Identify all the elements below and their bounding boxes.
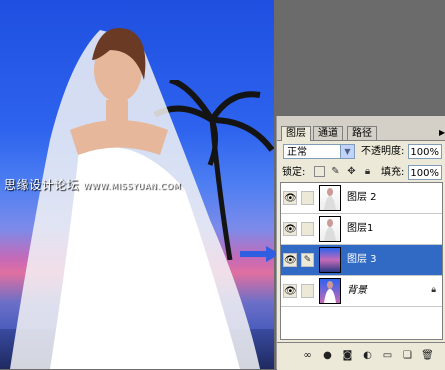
panel-menu-icon[interactable]: ▶ bbox=[439, 128, 445, 137]
new-layer-icon[interactable]: ❏ bbox=[401, 349, 414, 362]
watermark: 思缘设计论坛 WWW.MISSYUAN.COM bbox=[4, 176, 181, 193]
opacity-input[interactable]: 100% bbox=[408, 144, 442, 159]
fill-label: 填充: bbox=[381, 167, 405, 178]
lock-label: 锁定: bbox=[282, 167, 306, 178]
bride-figure bbox=[10, 28, 260, 369]
mask-icon[interactable]: ◙ bbox=[341, 349, 354, 362]
eye-icon[interactable]: 👁︎ bbox=[283, 253, 297, 267]
layer-thumbnail bbox=[319, 278, 341, 304]
layer-row-1[interactable]: 👁︎ 图层1 bbox=[281, 214, 442, 245]
eye-icon[interactable]: 👁︎ bbox=[283, 222, 297, 236]
eye-icon[interactable]: 👁︎ bbox=[283, 284, 297, 298]
layers-panel: 图层 通道 路径 ▶ 正常 ▼ 不透明度: 100% 锁定: ✎ ✥ 🔒︎ 填充… bbox=[276, 116, 445, 370]
layer-thumbnail bbox=[319, 216, 341, 242]
layer-thumbnail bbox=[319, 185, 341, 211]
move-icon[interactable]: ✥ bbox=[346, 166, 357, 177]
eye-icon[interactable]: 👁︎ bbox=[283, 191, 297, 205]
fill-input[interactable]: 100% bbox=[408, 165, 442, 180]
layer-thumbnail bbox=[319, 247, 341, 273]
lock-icon: 🔒︎ bbox=[431, 285, 436, 295]
layer-name: 背景 bbox=[347, 285, 367, 296]
brush-icon[interactable]: ✎ bbox=[330, 166, 341, 177]
layer-name: 图层 2 bbox=[347, 192, 377, 203]
layers-list: 👁︎ 图层 2 👁︎ 图层1 👁︎ ✎ 图层 3 👁︎ 背景 🔒︎ bbox=[280, 182, 443, 340]
opacity-label: 不透明度: bbox=[361, 146, 405, 157]
trash-icon[interactable]: 🗑︎ bbox=[421, 349, 434, 362]
lock-row: 锁定: ✎ ✥ 🔒︎ 填充: 100% bbox=[277, 162, 445, 182]
watermark-text: 思缘设计论坛 bbox=[4, 178, 84, 192]
layer-name: 图层1 bbox=[347, 223, 374, 234]
dropdown-arrow-icon[interactable]: ▼ bbox=[340, 145, 354, 158]
photo-canvas: 思缘设计论坛 WWW.MISSYUAN.COM bbox=[0, 0, 274, 369]
blend-mode-value: 正常 bbox=[287, 147, 307, 158]
tab-paths[interactable]: 路径 bbox=[347, 126, 377, 140]
layer-row-3[interactable]: 👁︎ ✎ 图层 3 bbox=[281, 245, 442, 276]
link-icon[interactable] bbox=[301, 284, 314, 298]
panel-tabs: 图层 通道 路径 ▶ bbox=[277, 116, 445, 141]
tab-channels[interactable]: 通道 bbox=[313, 126, 343, 140]
arrow-icon bbox=[240, 246, 280, 262]
tab-layers[interactable]: 图层 bbox=[281, 126, 311, 141]
layer-row-2[interactable]: 👁︎ 图层 2 bbox=[281, 183, 442, 214]
panel-toolbar: ∞ ● ◙ ◐ ▭ ❏ 🗑︎ bbox=[277, 342, 445, 370]
link-icon[interactable] bbox=[301, 191, 314, 205]
fx-icon[interactable]: ● bbox=[321, 349, 334, 362]
layer-row-background[interactable]: 👁︎ 背景 🔒︎ bbox=[281, 276, 442, 307]
watermark-url: WWW.MISSYUAN.COM bbox=[83, 182, 182, 191]
blend-row: 正常 ▼ 不透明度: 100% bbox=[277, 142, 445, 162]
lock-icon[interactable]: 🔒︎ bbox=[362, 166, 373, 177]
layer-name: 图层 3 bbox=[347, 254, 377, 265]
link-icon[interactable]: ∞ bbox=[301, 349, 314, 362]
link-icon[interactable] bbox=[301, 222, 314, 236]
lock-transparency-icon[interactable] bbox=[314, 166, 325, 177]
folder-icon[interactable]: ▭ bbox=[381, 349, 394, 362]
adjustment-icon[interactable]: ◐ bbox=[361, 349, 374, 362]
blend-mode-select[interactable]: 正常 ▼ bbox=[283, 144, 355, 159]
brush-icon[interactable]: ✎ bbox=[301, 253, 314, 267]
